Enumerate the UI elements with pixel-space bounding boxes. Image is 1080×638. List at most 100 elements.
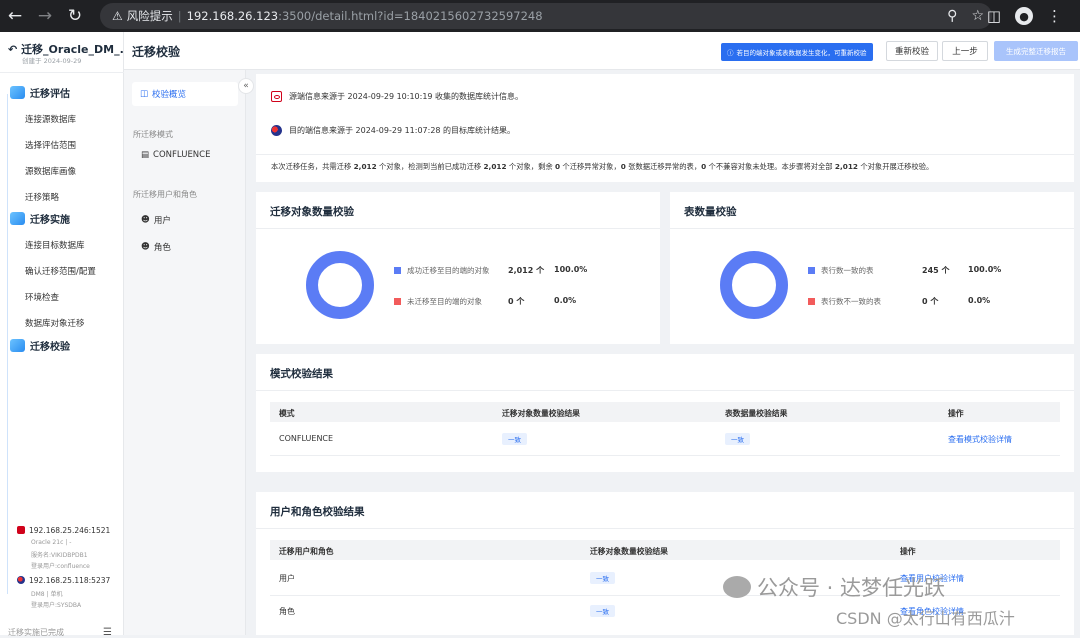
oracle-icon: [271, 91, 282, 102]
tip-text: 若目的端对象或表数据发生变化，可重新校验: [736, 49, 867, 57]
status-badge: 一致: [502, 433, 527, 445]
reload-icon[interactable]: ↻: [60, 0, 90, 32]
page-title: 迁移校验: [132, 45, 181, 59]
recheck-button[interactable]: 重新校验: [886, 41, 938, 61]
subnav-item-role[interactable]: ☻ 角色: [141, 241, 171, 253]
stage-label: 迁移校验: [30, 342, 70, 353]
card-title: 用户和角色校验结果: [270, 506, 365, 518]
sidebar-item-env-check[interactable]: 环境检查: [25, 291, 59, 303]
profile-avatar-icon[interactable]: ●: [1015, 7, 1033, 25]
source-connection: 192.168.25.246:1521: [17, 526, 110, 535]
back-icon[interactable]: ←: [0, 0, 30, 32]
generate-report-button[interactable]: 生成完整迁移报告: [994, 41, 1078, 61]
status-badge: 一致: [725, 433, 750, 445]
user-icon: ☻: [141, 215, 150, 225]
legend-success: 成功迁移至目的端的对象: [394, 265, 490, 276]
row-name-role: 角色: [279, 607, 295, 616]
table-count-card: 表数量校验 表行数一致的表 245 个 100.0% 表行数不一致的表 0 个 …: [670, 192, 1074, 344]
watermark-csdn: CSDN @太行山有西瓜汁: [836, 609, 1015, 628]
subnav-item-user[interactable]: ☻ 用户: [141, 214, 171, 226]
legend-failed: 未迁移至目的端的对象: [394, 296, 482, 307]
target-info-text: 目的端信息来源于 2024-09-29 11:07:28 的目标库统计结果。: [289, 126, 516, 135]
zoom-icon[interactable]: ⚲: [947, 8, 957, 24]
tab-overview-label: 校验概览: [152, 90, 187, 100]
schema-name: CONFLUENCE: [279, 434, 334, 443]
info-icon: ⓘ: [727, 49, 734, 57]
legend-label: 表行数一致的表: [821, 266, 874, 275]
column-header: 模式: [279, 409, 295, 418]
legend-count: 0 个: [922, 297, 939, 306]
stage-verification[interactable]: 迁移校验: [10, 338, 70, 353]
sidepanel-icon[interactable]: ◫: [987, 7, 1001, 25]
legend-count: 0 个: [508, 297, 525, 306]
wechat-icon: [723, 576, 751, 598]
column-header: 迁移对象数量校验结果: [590, 547, 668, 556]
watermark-text: 公众号 · 达梦任光跃: [757, 576, 946, 600]
divider: [256, 228, 660, 229]
column-header: 迁移用户和角色: [279, 547, 334, 556]
warning-icon: ⚠: [112, 9, 123, 23]
address-bar[interactable]: ⚠ 风险提示 | 192.168.26.123 :3500/detail.htm…: [100, 3, 992, 29]
stage-assessment[interactable]: 迁移评估: [10, 85, 70, 100]
card-title: 表数量校验: [684, 206, 737, 218]
column-header: 迁移对象数量校验结果: [502, 409, 580, 418]
table-header: 迁移用户和角色 迁移对象数量校验结果 操作: [270, 540, 1060, 560]
watermark: 公众号 · 达梦任光跃: [723, 572, 945, 602]
layers-icon: ◫: [140, 89, 149, 99]
sidebar-item-object-migration[interactable]: 数据库对象迁移: [25, 317, 85, 329]
stage-icon: [10, 339, 25, 352]
role-label: 角色: [153, 243, 171, 253]
table-header: 模式 迁移对象数量校验结果 表数据量校验结果 操作: [270, 402, 1060, 422]
collapse-icon[interactable]: «: [238, 78, 254, 94]
column-header: 操作: [900, 547, 916, 556]
sidebar-item-connect-source[interactable]: 连接源数据库: [25, 113, 76, 125]
object-count-card: 迁移对象数量校验 成功迁移至目的端的对象 2,012 个 100.0% 未迁移至…: [256, 192, 660, 344]
subnav-item-confluence[interactable]: ▤ CONFLUENCE: [141, 150, 210, 160]
dm-icon: [271, 125, 282, 136]
source-service: 服务名:VIKIDBPDB1: [31, 552, 88, 559]
success-count: 2,012: [483, 162, 507, 171]
page-header: 迁移校验 ⓘ 若目的端对象或表数据发生变化，可重新校验 重新校验 上一步 生成完…: [124, 32, 1080, 70]
row-name-user: 用户: [279, 574, 295, 583]
view-schema-detail-link[interactable]: 查看模式校验详情: [948, 434, 1012, 445]
divider: [670, 228, 1074, 229]
sidebar-item-confirm-scope[interactable]: 确认迁移范围/配置: [25, 265, 96, 277]
target-version: DM8 | 单机: [31, 591, 63, 598]
status-badge: 一致: [590, 572, 615, 584]
legend-pct: 0.0%: [968, 296, 991, 305]
legend-pct: 100.0%: [554, 265, 588, 274]
tab-overview[interactable]: ◫ 校验概览: [132, 82, 238, 106]
legend-inconsistent: 表行数不一致的表: [808, 296, 881, 307]
legend-swatch: [394, 298, 401, 305]
verification-subnav: ◫ 校验概览 所迁移模式 ▤ CONFLUENCE 所迁移用户和角色 ☻ 用户 …: [124, 70, 246, 635]
menu-icon[interactable]: ☰: [103, 627, 112, 638]
stage-implementation[interactable]: 迁移实施: [10, 211, 70, 226]
mode-header: 所迁移模式: [133, 130, 173, 139]
column-header: 操作: [948, 409, 964, 418]
legend-swatch: [394, 267, 401, 274]
divider: [256, 154, 1074, 155]
divider: [256, 390, 1074, 391]
target-host: 192.168.25.118:5237: [29, 576, 111, 585]
object-donut-chart: [306, 251, 374, 319]
browser-toolbar: ← → ↻ ⚠ 风险提示 | 192.168.26.123 :3500/deta…: [0, 0, 1080, 32]
recheck-tip: ⓘ 若目的端对象或表数据发生变化，可重新校验: [721, 43, 873, 61]
table-donut-chart: [720, 251, 788, 319]
mode-label: CONFLUENCE: [153, 150, 211, 160]
warning-label: 风险提示: [126, 9, 173, 23]
source-info-card: 源端信息来源于 2024-09-29 10:10:19 收集的数据库统计信息。 …: [256, 74, 1074, 182]
prev-step-button[interactable]: 上一步: [942, 41, 988, 61]
sidebar-item-connect-target[interactable]: 连接目标数据库: [25, 239, 85, 251]
schema-result-card: 模式校验结果 模式 迁移对象数量校验结果 表数据量校验结果 操作 CONFLUE…: [256, 354, 1074, 472]
column-header: 表数据量校验结果: [725, 409, 788, 418]
star-icon[interactable]: ☆: [971, 8, 984, 24]
sidebar-item-strategy[interactable]: 迁移策略: [25, 191, 59, 203]
url-path: :3500/detail.html?id=1840215602732597248: [278, 9, 543, 23]
forward-icon[interactable]: →: [30, 0, 60, 32]
sidebar-item-select-scope[interactable]: 选择评估范围: [25, 139, 76, 151]
user-label: 用户: [153, 216, 171, 226]
sidebar-item-source-profile[interactable]: 源数据库画像: [25, 165, 76, 177]
more-menu-icon[interactable]: ⋮: [1047, 7, 1062, 25]
card-title: 迁移对象数量校验: [270, 206, 354, 218]
back-arrow-icon[interactable]: ↶: [8, 43, 17, 56]
